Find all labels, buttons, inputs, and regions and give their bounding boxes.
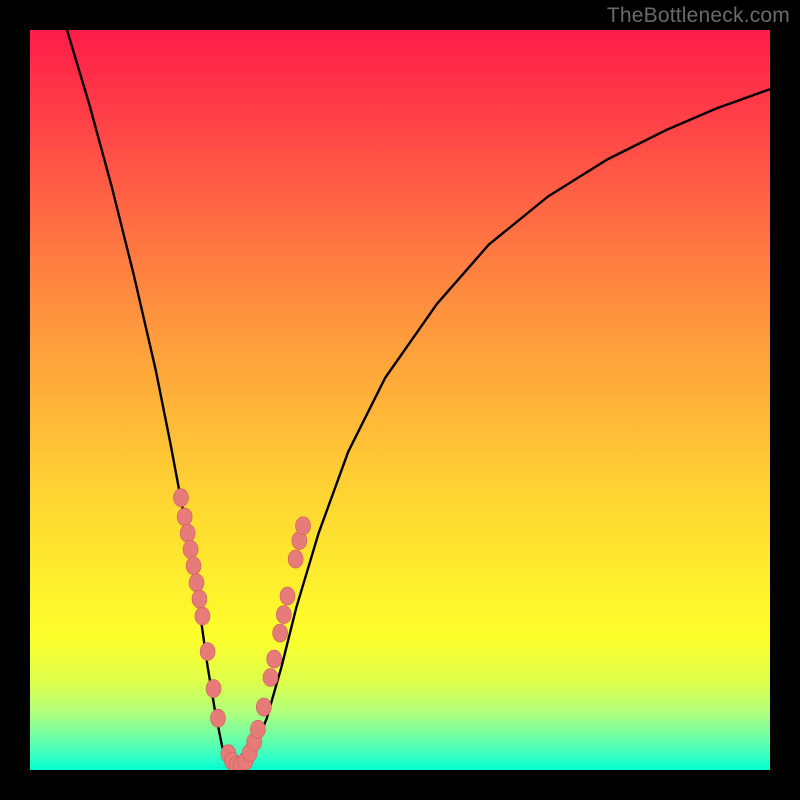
curve-marker xyxy=(288,550,303,568)
curve-marker xyxy=(180,524,195,542)
curve-marker xyxy=(192,590,207,608)
curve-marker xyxy=(210,709,225,727)
curve-marker xyxy=(250,720,265,738)
curve-marker xyxy=(206,680,221,698)
curve-marker xyxy=(273,624,288,642)
curve-layer xyxy=(30,30,770,770)
curve-marker xyxy=(177,508,192,526)
bottleneck-curve xyxy=(67,30,770,770)
plot-area xyxy=(30,30,770,770)
curve-marker xyxy=(173,489,188,507)
curve-marker xyxy=(186,557,201,575)
curve-marker xyxy=(263,669,278,687)
curve-marker xyxy=(280,587,295,605)
curve-marker xyxy=(296,517,311,535)
watermark-text: TheBottleneck.com xyxy=(607,4,790,28)
curve-marker xyxy=(189,574,204,592)
curve-marker xyxy=(183,540,198,558)
curve-marker xyxy=(200,643,215,661)
curve-marker xyxy=(256,698,271,716)
curve-marker xyxy=(195,607,210,625)
curve-marker xyxy=(276,606,291,624)
curve-marker xyxy=(267,650,282,668)
chart-frame: TheBottleneck.com xyxy=(0,0,800,800)
